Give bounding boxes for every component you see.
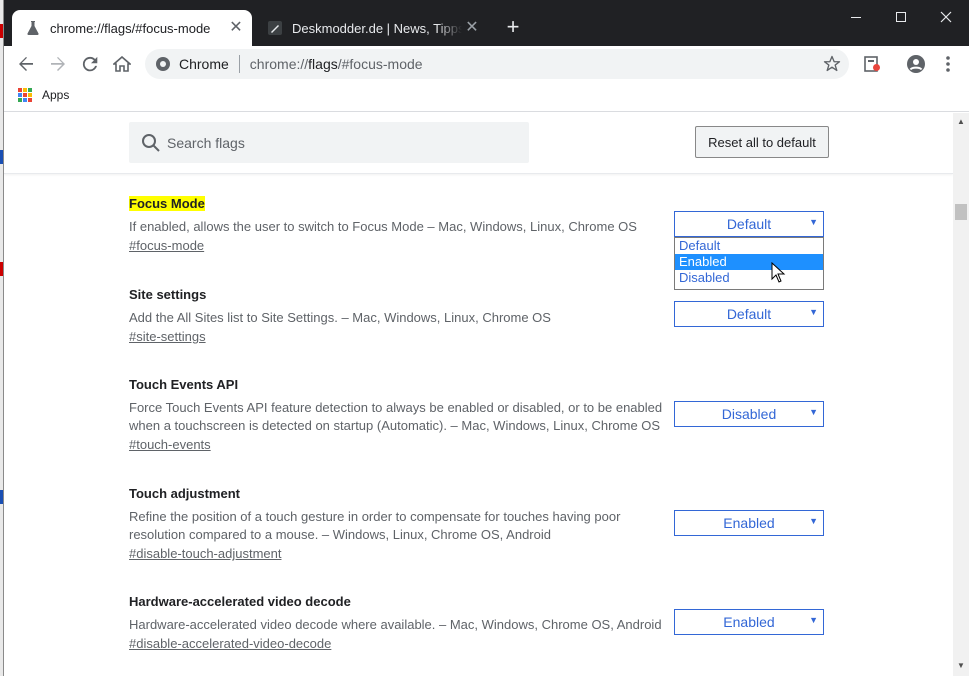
omnibox-divider bbox=[238, 55, 240, 73]
reset-all-button[interactable]: Reset all to default bbox=[695, 126, 829, 158]
search-box bbox=[129, 122, 529, 163]
desktop-fragment bbox=[0, 24, 3, 38]
maximize-icon bbox=[896, 12, 906, 22]
bookmarks-bar: Apps bbox=[4, 82, 969, 112]
flag-link[interactable]: #touch-events bbox=[129, 437, 211, 452]
bookmark-apps[interactable]: Apps bbox=[18, 88, 69, 102]
account-icon bbox=[907, 55, 925, 73]
flag-name: Focus Mode bbox=[129, 196, 205, 211]
flag-name: Touch Events API bbox=[129, 377, 239, 392]
home-button[interactable] bbox=[108, 50, 136, 78]
flag-item: Touch Events API Force Touch Events API … bbox=[129, 376, 669, 454]
close-icon bbox=[940, 11, 952, 23]
search-input[interactable] bbox=[167, 134, 507, 151]
flag-item: Site settings Add the All Sites list to … bbox=[129, 286, 669, 346]
search-icon bbox=[142, 133, 160, 152]
flag-dropdown-list: Default Enabled Disabled bbox=[674, 237, 824, 290]
flag-select-value: Default bbox=[726, 306, 772, 322]
scroll-up-icon[interactable]: ▲ bbox=[957, 117, 965, 126]
desktop-fragment bbox=[0, 150, 3, 164]
close-tab-icon[interactable]: ✕ bbox=[462, 18, 482, 38]
omnibox-scheme-label: Chrome bbox=[179, 56, 229, 72]
profile-button[interactable] bbox=[902, 50, 930, 78]
mouse-cursor-icon bbox=[771, 262, 786, 283]
minimize-icon bbox=[851, 17, 861, 18]
tab-strip: chrome://flags/#focus-mode ✕ Deskmodder.… bbox=[4, 0, 969, 46]
flag-link[interactable]: #focus-mode bbox=[129, 238, 204, 253]
new-tab-button[interactable]: + bbox=[501, 16, 525, 40]
tab-deskmodder[interactable]: Deskmodder.de | News, Tipps und ✕ bbox=[254, 10, 488, 46]
flag-select[interactable]: Disabled ▼ bbox=[674, 401, 824, 427]
flag-link[interactable]: #disable-touch-adjustment bbox=[129, 546, 281, 561]
pen-icon bbox=[268, 21, 282, 35]
maximize-button[interactable] bbox=[878, 4, 924, 30]
apps-grid-icon bbox=[18, 88, 32, 102]
dropdown-option[interactable]: Default bbox=[675, 238, 823, 254]
flag-description: Hardware-accelerated video decode where … bbox=[129, 617, 662, 632]
flag-link[interactable]: #site-settings bbox=[129, 329, 206, 344]
dropdown-arrow-icon: ▼ bbox=[809, 615, 818, 625]
flag-description: If enabled, allows the user to switch to… bbox=[129, 219, 637, 234]
bookmark-apps-label: Apps bbox=[42, 88, 70, 102]
dropdown-arrow-icon: ▼ bbox=[809, 407, 818, 417]
dropdown-arrow-icon: ▼ bbox=[809, 516, 818, 526]
tab-flags[interactable]: chrome://flags/#focus-mode ✕ bbox=[12, 10, 252, 46]
dropdown-option[interactable]: Enabled bbox=[675, 254, 823, 270]
flags-header: Reset all to default bbox=[4, 113, 953, 174]
menu-button[interactable] bbox=[934, 50, 962, 78]
reload-icon bbox=[82, 56, 98, 72]
omnibox[interactable]: Chrome chrome://flags/#focus-mode bbox=[145, 49, 849, 79]
flags-page: Reset all to default Focus Mode If enabl… bbox=[4, 113, 953, 676]
desktop-fragment bbox=[0, 262, 3, 276]
tab-title: Deskmodder.de | News, Tipps und bbox=[292, 20, 462, 36]
tab-title: chrome://flags/#focus-mode bbox=[50, 20, 211, 36]
flag-name: Hardware-accelerated video decode bbox=[129, 594, 351, 609]
flag-link[interactable]: #disable-accelerated-video-decode bbox=[129, 636, 331, 651]
chrome-icon bbox=[155, 56, 171, 72]
flag-select-value: Enabled bbox=[723, 515, 775, 531]
forward-arrow-icon bbox=[51, 57, 65, 71]
flag-item: Hardware-accelerated video decode Hardwa… bbox=[129, 593, 669, 653]
flag-select-value: Default bbox=[726, 216, 772, 232]
desktop-fragment bbox=[0, 490, 3, 504]
minimize-button[interactable] bbox=[833, 4, 879, 30]
dropdown-arrow-icon: ▼ bbox=[809, 217, 818, 227]
home-icon bbox=[113, 56, 131, 72]
star-icon[interactable] bbox=[823, 55, 841, 73]
flag-item: Focus Mode If enabled, allows the user t… bbox=[129, 195, 669, 255]
flask-icon bbox=[26, 21, 40, 35]
flag-name: Touch adjustment bbox=[129, 486, 240, 501]
flag-description: Refine the position of a touch gesture i… bbox=[129, 509, 621, 542]
back-button[interactable] bbox=[12, 50, 40, 78]
scrollbar-thumb[interactable] bbox=[955, 204, 967, 220]
page-scrollbar[interactable]: ▲ ▼ bbox=[953, 113, 969, 676]
toolbar: Chrome chrome://flags/#focus-mode bbox=[4, 46, 969, 82]
flag-description: Force Touch Events API feature detection… bbox=[129, 400, 663, 433]
flag-select[interactable]: Default ▼ bbox=[674, 301, 824, 327]
extension-button[interactable] bbox=[858, 50, 886, 78]
close-tab-icon[interactable]: ✕ bbox=[226, 18, 246, 38]
extension-icon bbox=[864, 56, 880, 72]
reload-button[interactable] bbox=[76, 50, 104, 78]
back-arrow-icon bbox=[19, 57, 33, 71]
close-window-button[interactable] bbox=[923, 4, 969, 30]
flag-select[interactable]: Default ▼ bbox=[674, 211, 824, 237]
flag-select[interactable]: Enabled ▼ bbox=[674, 510, 824, 536]
flag-select-value: Disabled bbox=[721, 406, 777, 422]
flag-item: Touch adjustment Refine the position of … bbox=[129, 485, 669, 563]
dropdown-arrow-icon: ▼ bbox=[809, 307, 818, 317]
scroll-down-icon[interactable]: ▼ bbox=[957, 661, 965, 670]
more-vert-icon bbox=[946, 56, 950, 72]
flag-select-value: Enabled bbox=[723, 614, 775, 630]
forward-button[interactable] bbox=[44, 50, 72, 78]
flag-select[interactable]: Enabled ▼ bbox=[674, 609, 824, 635]
flag-name: Site settings bbox=[129, 287, 207, 302]
dropdown-option[interactable]: Disabled bbox=[675, 270, 823, 286]
flag-description: Add the All Sites list to Site Settings.… bbox=[129, 310, 551, 325]
omnibox-url: chrome://flags/#focus-mode bbox=[249, 56, 423, 72]
